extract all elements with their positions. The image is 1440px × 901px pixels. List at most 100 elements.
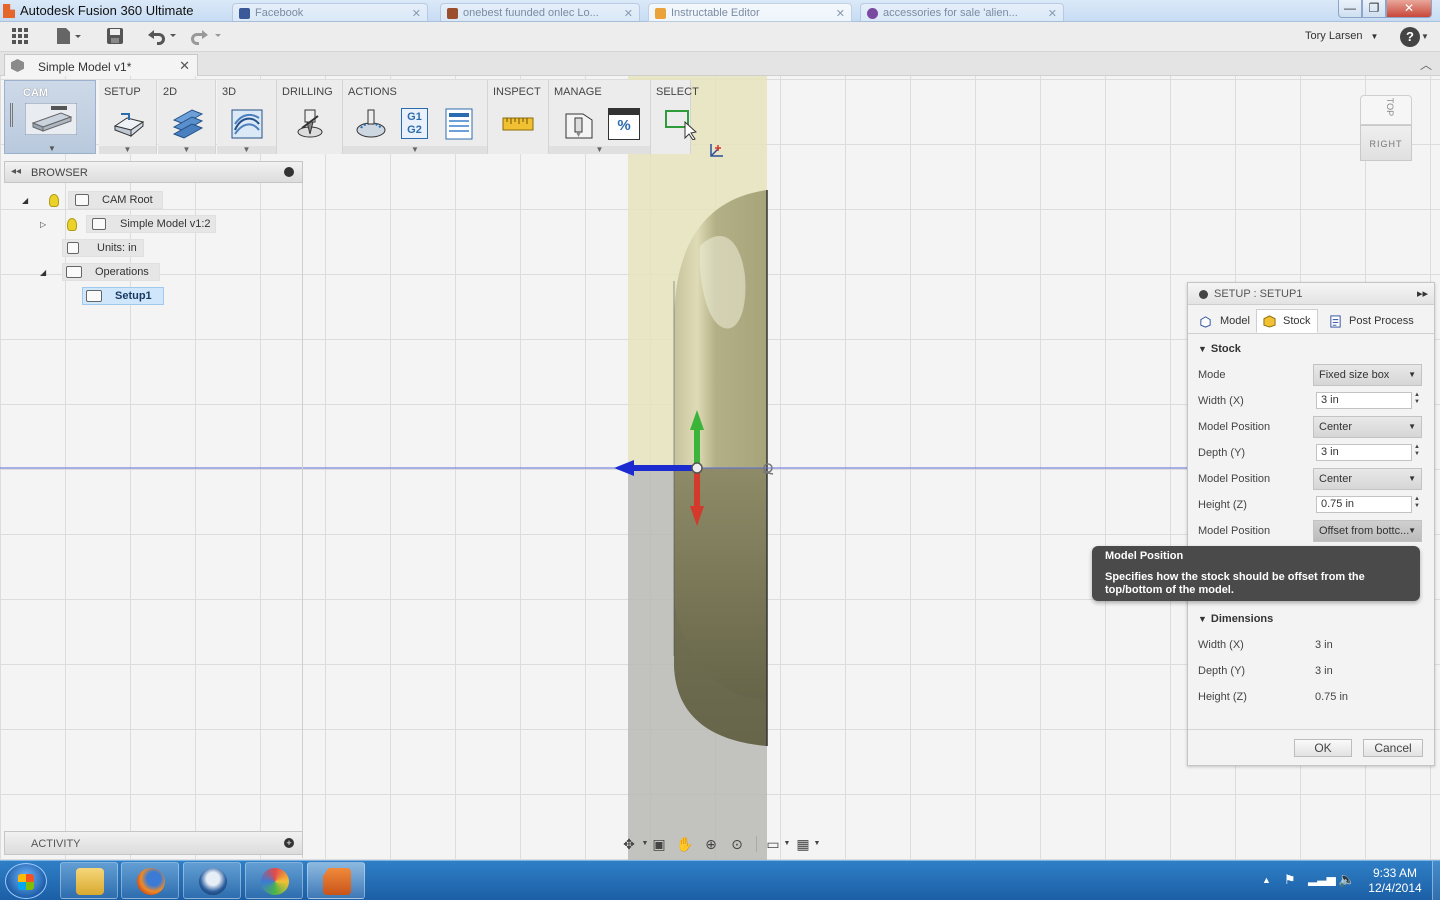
collapse-arrows-icon[interactable]: ◂◂ [11, 166, 21, 177]
background-browser-tab[interactable]: Facebook ✕ [232, 3, 428, 22]
width-stepper[interactable]: ▲ ▼ [1414, 392, 1422, 406]
depth-stepper[interactable]: ▲ ▼ [1414, 444, 1422, 458]
view-cube-top-face[interactable]: TOP [1360, 95, 1412, 125]
activity-title: ACTIVITY [31, 838, 81, 850]
chevron-down-icon[interactable]: ▼ [808, 836, 826, 852]
model-position-y-dropdown[interactable]: Center ▼ [1313, 468, 1422, 490]
simulate-icon[interactable] [355, 108, 387, 140]
tree-node-units[interactable]: Units: in [62, 239, 144, 257]
setup-dialog: SETUP : SETUP1 ▸▸ Model Stock Post Proce… [1187, 282, 1435, 766]
tree-node-model[interactable]: Simple Model v1:2 [86, 215, 216, 233]
close-icon[interactable]: ✕ [1048, 7, 1057, 20]
tab-label: Post Process [1349, 315, 1414, 327]
select-window-icon[interactable] [665, 108, 697, 140]
expand-toggle-icon[interactable]: ◢ [22, 196, 28, 205]
taskbar-thunderbird[interactable] [183, 862, 241, 899]
visibility-bulb-icon[interactable] [67, 218, 77, 231]
chevron-down-icon[interactable]: ▼ [99, 146, 156, 154]
taskbar-firefox[interactable] [121, 862, 179, 899]
expand-toggle-icon[interactable]: ▷ [40, 220, 46, 229]
view-cube-right-face[interactable]: RIGHT [1360, 125, 1412, 161]
dimensions-section-header[interactable]: ▼ Dimensions [1198, 613, 1273, 625]
coordinate-system-icon[interactable] [705, 142, 727, 160]
document-tab[interactable]: Simple Model v1* ✕ [4, 54, 198, 76]
help-button[interactable]: ? [1400, 27, 1420, 47]
save-icon[interactable] [106, 27, 124, 47]
expand-toggle-icon[interactable]: ◢ [40, 268, 46, 277]
close-button[interactable]: ✕ [1386, 0, 1432, 18]
origin-point[interactable] [691, 462, 703, 474]
mode-dropdown[interactable]: Fixed size box ▼ [1313, 364, 1422, 386]
pin-icon[interactable] [284, 167, 294, 177]
model-position-z-dropdown[interactable]: Offset from bottc... ▼ [1313, 520, 1422, 542]
tree-node-setup1[interactable]: Setup1 [82, 287, 164, 305]
post-process-icon[interactable]: G1 G2 [401, 108, 428, 139]
height-input[interactable]: 0.75 in [1316, 496, 1412, 513]
chevron-down-icon[interactable]: ▼ [158, 146, 215, 154]
section-title: Stock [1210, 343, 1241, 355]
stock-section-header[interactable]: ▼ Stock [1198, 343, 1241, 355]
user-account-menu[interactable]: Tory Larsen ▼ [1305, 30, 1378, 42]
show-desktop-button[interactable] [1432, 861, 1440, 901]
background-browser-tab[interactable]: onebest fuunded onlec Lo... ✕ [440, 3, 640, 22]
view-cube[interactable]: TOP RIGHT [1360, 95, 1412, 163]
close-icon[interactable]: ✕ [836, 7, 845, 20]
tab-post-process[interactable]: Post Process [1322, 309, 1430, 333]
chevron-down-icon[interactable]: ▼ [549, 146, 650, 154]
model-position-x-dropdown[interactable]: Center ▼ [1313, 416, 1422, 438]
show-hidden-icons-icon[interactable]: ▲ [1262, 875, 1271, 885]
system-clock[interactable]: 9:33 AM 12/4/2014 [1360, 866, 1430, 896]
expand-plus-icon[interactable]: + [284, 838, 294, 848]
taskbar-file-explorer[interactable] [60, 862, 118, 899]
chevron-down-icon[interactable]: ▼ [1421, 32, 1429, 41]
background-browser-tab[interactable]: accessories for sale 'alien... ✕ [860, 3, 1064, 22]
browser-header[interactable]: ◂◂ BROWSER [4, 161, 303, 183]
close-icon[interactable]: ✕ [412, 7, 421, 20]
pan-hand-icon[interactable]: ✋ [676, 836, 694, 852]
close-icon[interactable]: ✕ [624, 7, 633, 20]
zoom-fit-icon[interactable]: ⊙ [728, 836, 746, 852]
tab-model[interactable]: Model [1192, 309, 1252, 333]
activity-panel-header[interactable]: ACTIVITY + [4, 831, 303, 855]
start-button[interactable] [5, 863, 47, 899]
data-panel-grid-icon[interactable] [11, 27, 29, 47]
taskbar-fusion-360[interactable] [307, 862, 365, 899]
network-signal-icon[interactable]: ▂▃▅ [1308, 872, 1336, 886]
setup-sheet-icon[interactable] [443, 108, 475, 140]
volume-icon[interactable]: 🔈 [1338, 871, 1355, 888]
width-input[interactable]: 3 in [1316, 392, 1412, 409]
tool-library-icon[interactable] [563, 108, 595, 140]
undo-icon[interactable] [146, 27, 178, 47]
look-at-icon[interactable]: ▣ [650, 836, 668, 852]
workspace-switcher[interactable]: CAM ▼ [4, 80, 96, 154]
chevron-down-icon[interactable]: ▼ [343, 146, 487, 154]
setup-dialog-header[interactable]: SETUP : SETUP1 ▸▸ [1188, 283, 1434, 305]
chevron-down-icon[interactable]: ▼ [217, 146, 276, 154]
background-browser-tab[interactable]: Instructable Editor ✕ [648, 3, 852, 22]
close-icon[interactable]: ✕ [179, 58, 190, 74]
depth-input[interactable]: 3 in [1316, 444, 1412, 461]
2d-adaptive-icon[interactable] [172, 108, 204, 140]
expand-dialog-icon[interactable]: ▸▸ [1417, 287, 1428, 300]
maximize-button[interactable]: ❐ [1362, 0, 1386, 18]
new-setup-icon[interactable] [113, 108, 145, 140]
3d-adaptive-icon[interactable] [231, 108, 263, 140]
visibility-bulb-icon[interactable] [49, 194, 59, 207]
ok-button[interactable]: OK [1294, 739, 1352, 757]
taskbar-paint[interactable] [245, 862, 303, 899]
height-stepper[interactable]: ▲ ▼ [1414, 496, 1422, 510]
minimize-button[interactable]: — [1338, 0, 1362, 18]
file-menu-icon[interactable] [55, 27, 83, 47]
tab-stock[interactable]: Stock [1256, 309, 1318, 333]
drill-icon[interactable] [294, 108, 326, 140]
action-center-flag-icon[interactable]: ⚑ [1284, 872, 1296, 888]
tree-node-cam-root[interactable]: CAM Root [68, 191, 163, 209]
chevron-up-icon[interactable]: ︿ [1420, 56, 1432, 73]
cancel-button[interactable]: Cancel [1363, 739, 1423, 757]
measure-icon[interactable] [502, 108, 534, 140]
zoom-icon[interactable]: ⊕ [702, 836, 720, 852]
tree-node-operations[interactable]: Operations [62, 263, 160, 281]
redo-icon[interactable] [190, 27, 224, 47]
post-library-icon[interactable]: % [608, 108, 640, 140]
chevron-down-icon[interactable]: ▼ [48, 144, 56, 153]
